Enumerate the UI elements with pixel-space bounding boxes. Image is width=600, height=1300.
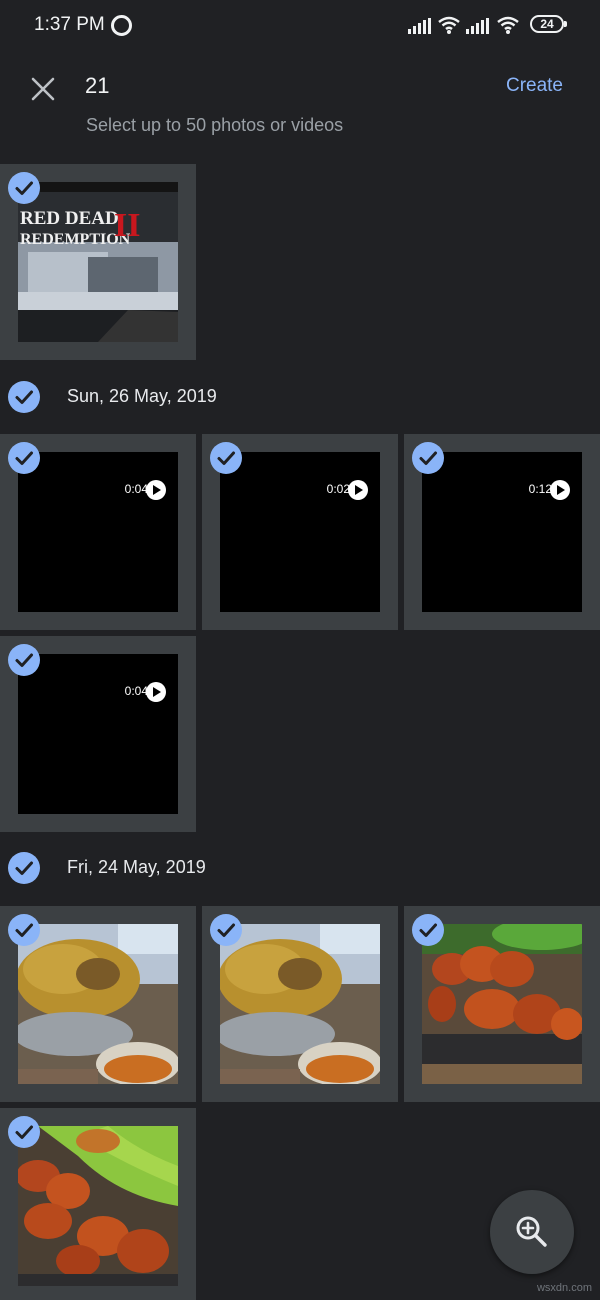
watermark: wsxdn.com xyxy=(536,1282,592,1294)
photo-thumbnail: RED DEAD REDEMPTION II xyxy=(18,182,178,342)
media-tile[interactable]: 0:12 xyxy=(404,434,600,630)
photo-thumbnail xyxy=(220,924,380,1084)
media-tile[interactable]: 0:02 xyxy=(202,434,398,630)
status-time: 1:37 PM xyxy=(34,14,105,35)
zoom-in-icon xyxy=(516,1216,547,1247)
selection-limit-hint: Select up to 50 photos or videos xyxy=(86,115,344,135)
photo-thumbnail xyxy=(18,1126,178,1286)
selected-check-icon[interactable] xyxy=(8,172,40,204)
selected-check-icon[interactable] xyxy=(8,442,40,474)
date-header[interactable]: Sun, 26 May, 2019 xyxy=(0,373,600,423)
media-tile[interactable]: RED DEAD REDEMPTION II xyxy=(0,164,196,360)
video-thumbnail: 0:02 xyxy=(220,452,380,612)
media-tile[interactable] xyxy=(404,906,600,1102)
photo-thumbnail xyxy=(422,924,582,1084)
date-label: Fri, 24 May, 2019 xyxy=(67,857,206,877)
photo-thumbnail xyxy=(18,924,178,1084)
date-header[interactable]: Fri, 24 May, 2019 xyxy=(0,844,600,894)
selected-check-icon[interactable] xyxy=(210,914,242,946)
video-duration: 0:04 xyxy=(124,482,148,496)
play-icon xyxy=(146,682,166,702)
signal-icon-2 xyxy=(466,18,489,34)
media-tile[interactable]: 0:04 xyxy=(0,636,196,832)
zoom-button[interactable] xyxy=(490,1190,574,1274)
video-duration: 0:12 xyxy=(528,482,552,496)
selected-check-icon[interactable] xyxy=(8,644,40,676)
select-all-check-icon[interactable] xyxy=(8,852,40,884)
rdr-title-numeral: II xyxy=(114,207,140,244)
video-duration: 0:04 xyxy=(124,684,148,698)
selected-count: 21 xyxy=(85,73,110,98)
video-thumbnail: 0:04 xyxy=(18,452,178,612)
media-tile[interactable] xyxy=(202,906,398,1102)
video-duration: 0:02 xyxy=(326,482,350,496)
video-thumbnail: 0:12 xyxy=(422,452,582,612)
media-tile[interactable] xyxy=(0,1108,196,1300)
close-icon[interactable] xyxy=(24,70,62,108)
wifi-icon-2 xyxy=(497,16,519,34)
select-all-check-icon[interactable] xyxy=(8,381,40,413)
date-label: Sun, 26 May, 2019 xyxy=(67,386,217,406)
alexa-icon xyxy=(111,15,132,36)
selected-check-icon[interactable] xyxy=(210,442,242,474)
rdr-title-line1: RED DEAD xyxy=(20,208,119,229)
play-icon xyxy=(146,480,166,500)
media-tile[interactable]: 0:04 xyxy=(0,434,196,630)
create-button[interactable]: Create xyxy=(506,75,563,97)
video-thumbnail: 0:04 xyxy=(18,654,178,814)
play-icon xyxy=(348,480,368,500)
media-tile[interactable] xyxy=(0,906,196,1102)
selected-check-icon[interactable] xyxy=(8,914,40,946)
selection-header: 21 Create Select up to 50 photos or vide… xyxy=(0,52,600,162)
selected-check-icon[interactable] xyxy=(412,914,444,946)
selected-check-icon[interactable] xyxy=(8,1116,40,1148)
play-icon xyxy=(550,480,570,500)
wifi-icon xyxy=(438,16,460,34)
battery-indicator: 24 xyxy=(530,15,567,33)
signal-icon xyxy=(408,18,431,34)
selected-check-icon[interactable] xyxy=(412,442,444,474)
status-bar: 1:37 PM 24 xyxy=(0,0,600,52)
